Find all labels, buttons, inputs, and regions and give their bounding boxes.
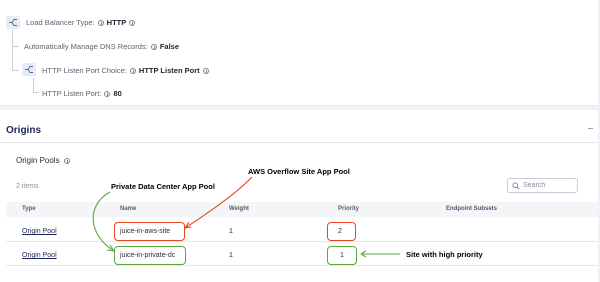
column-header-priority[interactable]: Priority <box>338 206 359 212</box>
priority-2-highlight <box>327 222 356 241</box>
item-count: 2 items <box>16 183 39 190</box>
info-icon[interactable] <box>150 43 157 50</box>
search-input[interactable] <box>523 182 573 189</box>
aws-pool-highlight <box>114 222 185 241</box>
origin-type-link[interactable]: Origin Pool <box>22 252 57 259</box>
info-icon[interactable] <box>202 67 209 74</box>
origin-pools-heading: Origin Pools <box>16 156 70 165</box>
listen-port-label: HTTP Listen Port: <box>42 89 102 98</box>
column-header-endpoint-subsets[interactable]: Endpoint Subsets <box>446 206 497 212</box>
tree-connector <box>33 92 39 93</box>
load-balancer-config-panel: Load Balancer Type: HTTP Automatically M… <box>0 0 598 106</box>
table-row: Origin Pool juice-in-aws-site 1 2 <box>6 220 598 242</box>
column-header-weight[interactable]: Weight <box>229 206 249 212</box>
tree-connector <box>33 78 34 92</box>
table-header: Type Name Weight Priority Endpoint Subse… <box>6 202 598 217</box>
aws-overflow-annotation: AWS Overflow Site App Pool <box>248 167 350 176</box>
lb-type-value: HTTP <box>106 18 127 27</box>
tree-node-icon[interactable] <box>6 16 20 29</box>
column-header-type[interactable]: Type <box>22 206 36 212</box>
origin-type-link[interactable]: Origin Pool <box>22 228 57 235</box>
private-dc-annotation: Private Data Center App Pool <box>111 182 215 191</box>
search-box[interactable] <box>507 178 578 193</box>
column-header-name[interactable]: Name <box>120 206 136 212</box>
info-icon[interactable] <box>63 157 70 164</box>
origin-pools-title: Origin Pools <box>16 156 60 165</box>
origins-title: Origins <box>6 125 42 136</box>
tree-node-icon[interactable] <box>22 63 36 76</box>
private-dc-pool-highlight <box>114 246 186 265</box>
priority-1-highlight <box>327 246 357 265</box>
tree-connector <box>12 70 19 71</box>
info-icon[interactable] <box>104 90 111 97</box>
listen-choice-value: HTTP Listen Port <box>138 66 200 75</box>
lb-type-row: Load Balancer Type: HTTP <box>26 18 136 27</box>
dns-value: False <box>159 42 179 51</box>
info-icon[interactable] <box>129 67 136 74</box>
listen-choice-label: HTTP Listen Port Choice: <box>42 66 127 75</box>
info-icon[interactable] <box>97 19 104 26</box>
lb-type-label: Load Balancer Type: <box>26 18 95 27</box>
origin-weight: 1 <box>229 252 233 259</box>
high-priority-annotation: Site with high priority <box>406 250 483 259</box>
dns-row: Automatically Manage DNS Records: False <box>24 42 179 51</box>
search-icon <box>512 181 520 190</box>
info-icon[interactable] <box>129 19 136 26</box>
listen-choice-row: HTTP Listen Port Choice: HTTP Listen Por… <box>42 66 209 75</box>
table-row: Origin Pool juice-in-private-dc 1 1 <box>6 244 598 266</box>
listen-port-row: HTTP Listen Port: 80 <box>42 89 122 98</box>
tree-connector <box>12 30 13 70</box>
listen-port-value: 80 <box>113 89 122 98</box>
dns-label: Automatically Manage DNS Records: <box>24 42 148 51</box>
section-divider <box>0 142 598 143</box>
tree-connector <box>12 46 19 47</box>
origins-section: Origins Origin Pools 2 items Type Name W… <box>0 110 598 282</box>
collapse-icon[interactable] <box>588 128 593 129</box>
origin-weight: 1 <box>229 228 233 235</box>
